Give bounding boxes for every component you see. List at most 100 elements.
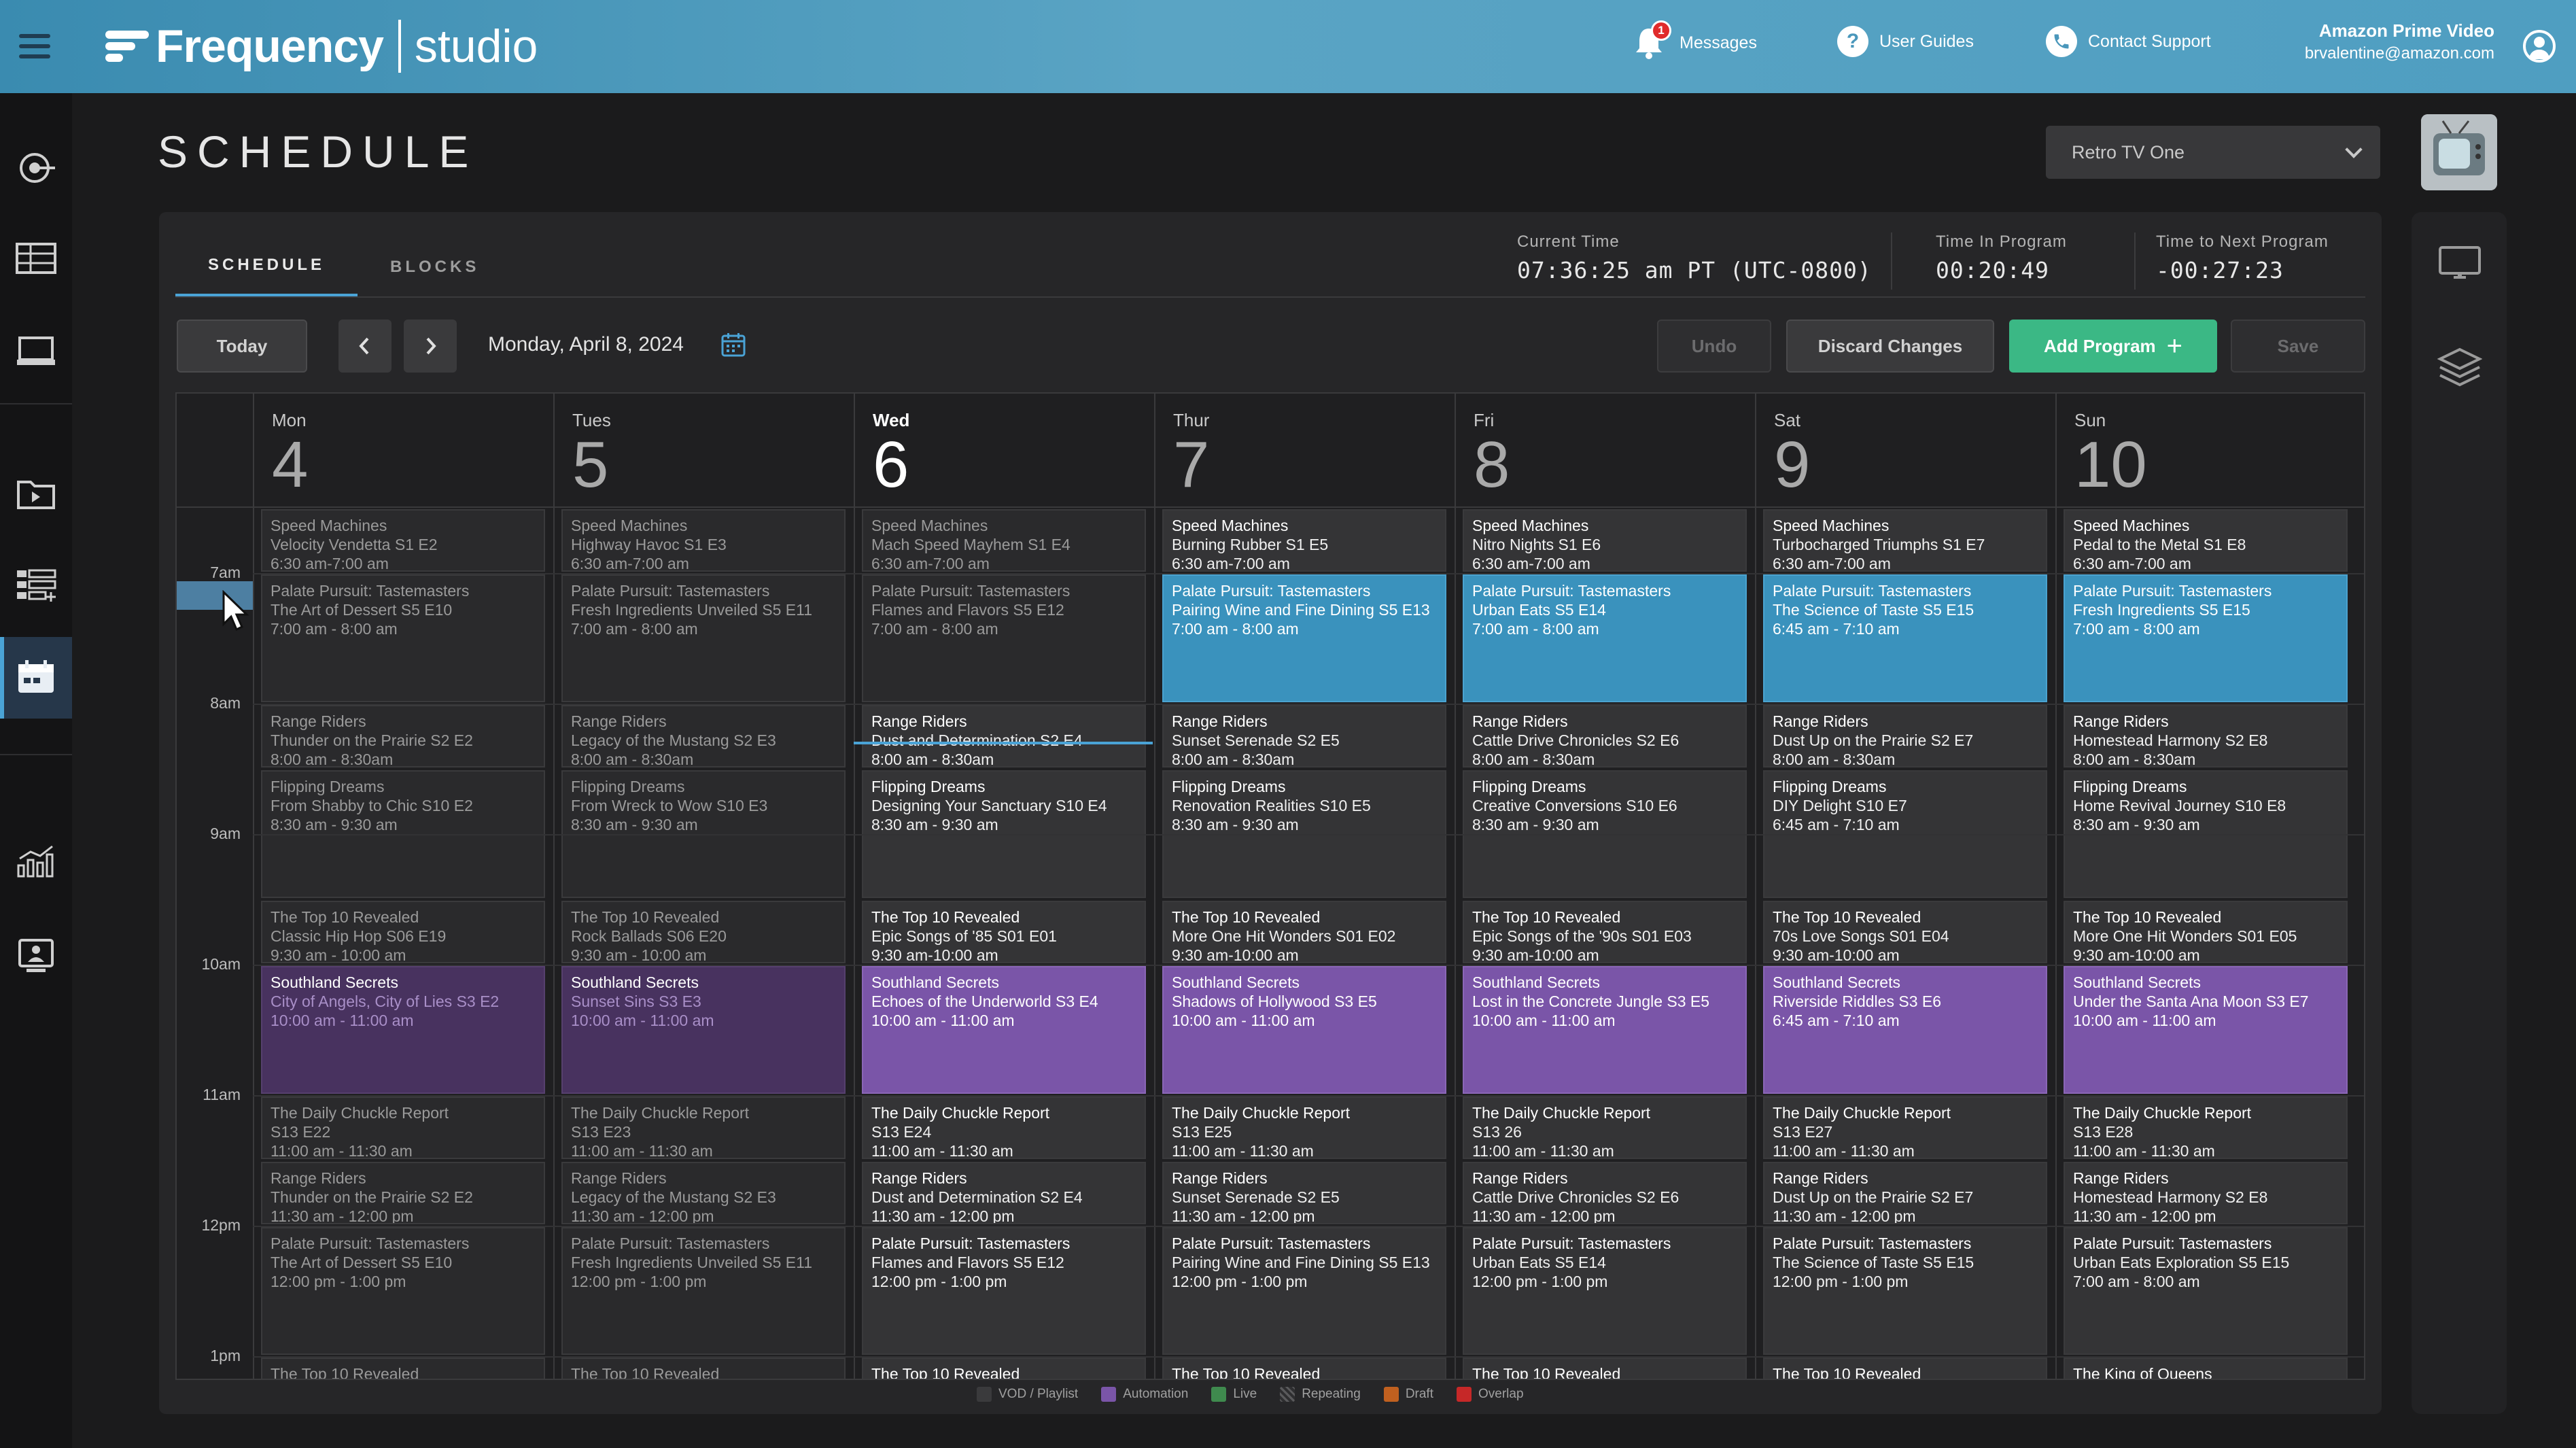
program-block[interactable]: Speed Machines Mach Speed Mayhem S1 E4 6:3… [862, 509, 1146, 572]
day-header-wed[interactable]: Wed 6 [854, 394, 1154, 508]
program-block[interactable]: Palate Pursuit: Tastemasters Flames and F… [862, 1227, 1146, 1355]
program-block[interactable]: Range Riders Dust and Determination S2 E4… [862, 1162, 1146, 1224]
program-block[interactable]: The Top 10 Revealed Epic Songs of the '90… [1463, 901, 1747, 963]
program-block[interactable]: Southland Secrets Under the Santa Ana Moo… [2064, 966, 2348, 1094]
menu-icon[interactable] [19, 34, 50, 58]
calendar-picker-icon[interactable] [720, 332, 746, 358]
nav-analytics[interactable] [0, 821, 72, 902]
program-block[interactable]: The Top 10 Revealed [1763, 1358, 2047, 1379]
program-block[interactable]: The Top 10 Revealed More One Hit Wonders … [1162, 901, 1446, 963]
program-block[interactable]: Palate Pursuit: Tastemasters The Science … [1763, 1227, 2047, 1355]
program-block[interactable]: Range Riders Legacy of the Mustang S2 E3 1… [561, 1162, 846, 1224]
program-block[interactable]: Range Riders Cattle Drive Chronicles S2 E… [1463, 1162, 1747, 1224]
program-block[interactable]: Speed Machines Burning Rubber S1 E5 6:30 a… [1162, 509, 1446, 572]
program-block[interactable]: Range Riders Homestead Harmony S2 E8 11:30… [2064, 1162, 2348, 1224]
program-block[interactable]: The Daily Chuckle Report S13 E24 11:00 am … [862, 1097, 1146, 1159]
program-block[interactable]: Speed Machines Pedal to the Metal S1 E8 6:… [2064, 509, 2348, 572]
program-block[interactable]: Range Riders Sunset Serenade S2 E5 11:30 a… [1162, 1162, 1446, 1224]
program-block[interactable]: Palate Pursuit: Tastemasters Flames and F… [862, 574, 1146, 702]
nav-add-content[interactable] [0, 545, 72, 626]
day-header-thur[interactable]: Thur 7 [1154, 394, 1455, 508]
discard-changes-button[interactable]: Discard Changes [1786, 320, 1994, 373]
program-block[interactable]: Southland Secrets Echoes of the Underworl… [862, 966, 1146, 1094]
program-block[interactable]: The Top 10 Revealed [261, 1358, 545, 1379]
add-program-button[interactable]: Add Program + [2009, 320, 2217, 373]
program-block[interactable]: Palate Pursuit: Tastemasters Urban Eats S… [1463, 574, 1747, 702]
program-block[interactable]: The Top 10 Revealed [862, 1358, 1146, 1379]
prev-week-button[interactable] [338, 320, 391, 373]
messages-link[interactable]: 1 Messages [1633, 20, 1757, 60]
program-block[interactable]: The Top 10 Revealed [561, 1358, 846, 1379]
program-block[interactable]: Range Riders Dust and Determination S2 E4… [862, 705, 1146, 768]
program-block[interactable]: The Daily Chuckle Report S13 E27 11:00 am … [1763, 1097, 2047, 1159]
program-block[interactable]: Southland Secrets Lost in the Concrete Ju… [1463, 966, 1747, 1094]
next-week-button[interactable] [404, 320, 457, 373]
program-block[interactable]: Palate Pursuit: Tastemasters Fresh Ingred… [2064, 574, 2348, 702]
account-info[interactable]: Amazon Prime Video brvalentine@amazon.co… [2305, 20, 2494, 63]
program-block[interactable]: Southland Secrets Riverside Riddles S3 E6… [1763, 966, 2047, 1094]
monitor-icon[interactable] [2437, 241, 2482, 286]
brand-logo[interactable]: Frequency studio [105, 19, 538, 73]
program-block[interactable]: Palate Pursuit: Tastemasters Pairing Wine… [1162, 1227, 1446, 1355]
day-header-mon[interactable]: Mon 4 [253, 394, 553, 508]
layers-icon[interactable] [2437, 345, 2482, 390]
program-block[interactable]: Speed Machines Highway Havoc S1 E3 6:30 am… [561, 509, 846, 572]
program-block[interactable]: The King of Queens [2064, 1358, 2348, 1379]
program-block[interactable]: Range Riders Homestead Harmony S2 E8 8:00 … [2064, 705, 2348, 768]
nav-monitor[interactable] [0, 916, 72, 997]
program-block[interactable]: Range Riders Sunset Serenade S2 E5 8:00 am… [1162, 705, 1446, 768]
nav-devices[interactable] [0, 311, 72, 392]
nav-media[interactable] [0, 453, 72, 535]
program-block[interactable]: Southland Secrets Sunset Sins S3 E3 10:00 … [561, 966, 846, 1094]
program-block[interactable]: The Top 10 Revealed Epic Songs of '85 S01… [862, 901, 1146, 963]
program-block[interactable]: Palate Pursuit: Tastemasters The Art of D… [261, 574, 545, 702]
tab-schedule[interactable]: SCHEDULE [175, 237, 358, 298]
episode-title: Classic Hip Hop S06 E19 [271, 927, 447, 945]
program-block[interactable]: The Top 10 Revealed More One Hit Wonders… [2064, 901, 2348, 963]
program-block[interactable]: The Top 10 Revealed [1463, 1358, 1747, 1379]
program-block[interactable]: Palate Pursuit: Tastemasters The Art of D… [261, 1227, 545, 1355]
program-block[interactable]: The Daily Chuckle Report S13 E25 11:00 am … [1162, 1097, 1446, 1159]
day-header-sat[interactable]: Sat 9 [1755, 394, 2055, 508]
program-block[interactable]: Range Riders Dust Up on the Prairie S2 E7… [1763, 705, 2047, 768]
program-block[interactable]: The Top 10 Revealed [1162, 1358, 1446, 1379]
user-guides-link[interactable]: ? User Guides [1837, 26, 1974, 57]
program-block[interactable]: The Daily Chuckle Report S13 E22 11:00 am … [261, 1097, 545, 1159]
program-block[interactable]: Range Riders Legacy of the Mustang S2 E3 8… [561, 705, 846, 768]
program-block[interactable]: The Daily Chuckle Report S13 26 11:00 am -… [1463, 1097, 1747, 1159]
program-block[interactable]: Range Riders Thunder on the Prairie S2 E2… [261, 1162, 545, 1224]
program-block[interactable]: Palate Pursuit: Tastemasters Urban Eats E… [2064, 1227, 2348, 1355]
program-block[interactable]: Palate Pursuit: Tastemasters Fresh Ingred… [561, 1227, 846, 1355]
user-avatar-icon[interactable] [2523, 30, 2556, 63]
program-block[interactable]: The Daily Chuckle Report S13 E23 11:00 am … [561, 1097, 846, 1159]
program-block[interactable]: Speed Machines Turbocharged Triumphs S1 E… [1763, 509, 2047, 572]
program-block[interactable]: Palate Pursuit: Tastemasters The Science … [1763, 574, 2047, 702]
program-block[interactable]: Speed Machines Velocity Vendetta S1 E2 6:3… [261, 509, 545, 572]
tab-blocks[interactable]: BLOCKS [358, 237, 512, 298]
program-block[interactable]: Palate Pursuit: Tastemasters Pairing Wine… [1162, 574, 1446, 702]
save-button[interactable]: Save [2231, 320, 2365, 373]
day-header-sun[interactable]: Sun 10 [2055, 394, 2356, 508]
nav-guide[interactable] [0, 218, 72, 300]
program-block[interactable]: Range Riders Thunder on the Prairie S2 E2… [261, 705, 545, 768]
day-header-tues[interactable]: Tues 5 [553, 394, 854, 508]
program-block[interactable]: Range Riders Dust Up on the Prairie S2 E7… [1763, 1162, 2047, 1224]
program-block[interactable]: Southland Secrets City of Angels, City of… [261, 966, 545, 1094]
today-button[interactable]: Today [177, 320, 307, 373]
channel-thumbnail[interactable] [2421, 114, 2497, 190]
program-block[interactable]: Palate Pursuit: Tastemasters Fresh Ingred… [561, 574, 846, 702]
program-block[interactable]: Speed Machines Nitro Nights S1 E6 6:30 am-… [1463, 509, 1747, 572]
program-block[interactable]: The Top 10 Revealed Classic Hip Hop S06 E… [261, 901, 545, 963]
channel-select[interactable]: Retro TV One [2046, 126, 2380, 179]
program-block[interactable]: The Daily Chuckle Report S13 E28 11:00 am … [2064, 1097, 2348, 1159]
program-block[interactable]: Range Riders Cattle Drive Chronicles S2 E… [1463, 705, 1747, 768]
nav-schedule[interactable] [0, 637, 72, 719]
undo-button[interactable]: Undo [1657, 320, 1771, 373]
program-block[interactable]: Palate Pursuit: Tastemasters Urban Eats S… [1463, 1227, 1747, 1355]
day-header-fri[interactable]: Fri 8 [1455, 394, 1755, 508]
contact-support-link[interactable]: Contact Support [2046, 26, 2211, 57]
program-block[interactable]: Southland Secrets Shadows of Hollywood S3… [1162, 966, 1446, 1094]
program-block[interactable]: The Top 10 Revealed 70s Love Songs S01 E0… [1763, 901, 2047, 963]
program-block[interactable]: The Top 10 Revealed Rock Ballads S06 E20 9… [561, 901, 846, 963]
nav-broadcast[interactable] [0, 127, 72, 209]
